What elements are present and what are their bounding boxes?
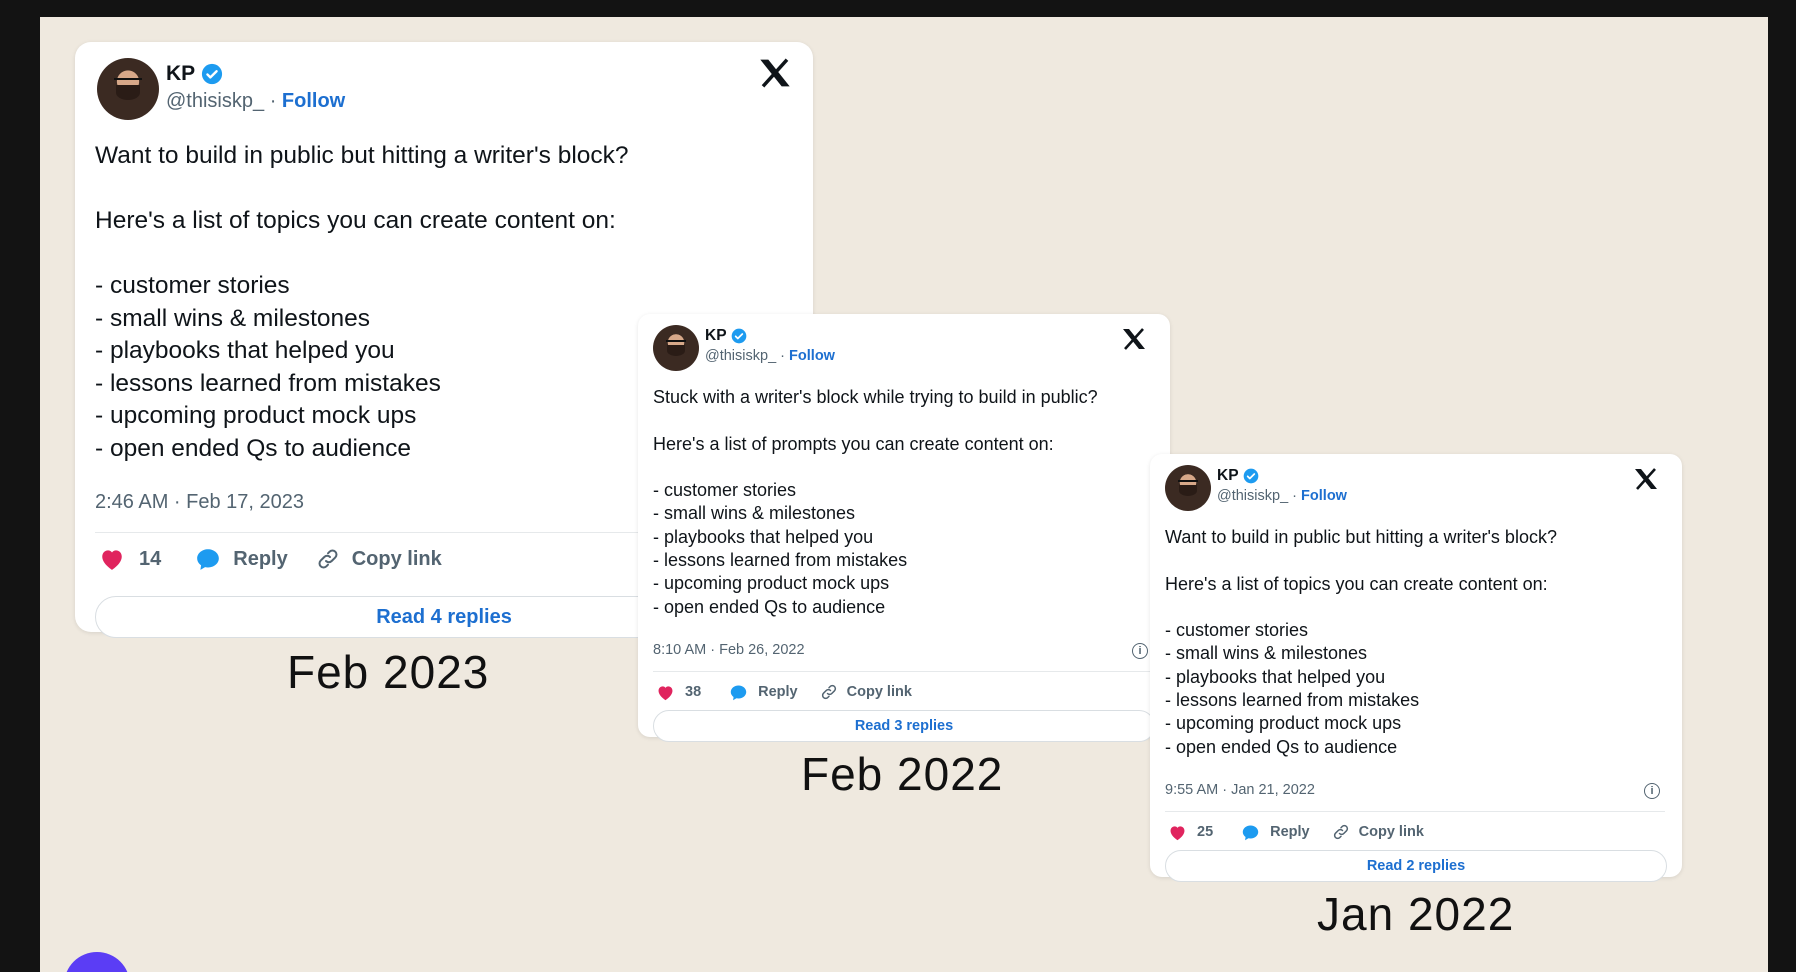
avatar[interactable] — [653, 325, 699, 371]
presentation-slide: KP @thisiskp_ · Follow Want to build in … — [40, 17, 1768, 972]
reply-button[interactable]: Reply — [195, 547, 288, 571]
tweet-actions: 38 Reply Copy link — [656, 683, 912, 701]
tweet-timestamp[interactable]: 8:10 AM · Feb 26, 2022 — [653, 642, 805, 658]
follow-button[interactable]: Follow — [789, 348, 835, 364]
divider — [653, 671, 1153, 672]
copy-link-label: Copy link — [846, 684, 912, 700]
reply-label: Reply — [758, 684, 798, 700]
tweet-text: Want to build in public but hitting a wr… — [1165, 527, 1557, 757]
read-replies-button[interactable]: Read 2 replies — [1165, 850, 1667, 882]
floating-action-button[interactable] — [64, 952, 130, 972]
tweet-timestamp[interactable]: 2:46 AM · Feb 17, 2023 — [95, 491, 304, 514]
author-name[interactable]: KP — [1217, 467, 1259, 485]
verified-badge-icon — [731, 328, 746, 344]
reply-label: Reply — [1270, 824, 1310, 840]
divider — [1165, 811, 1665, 812]
x-logo-icon[interactable] — [759, 58, 791, 88]
caption-feb-2023: Feb 2023 — [287, 646, 490, 698]
x-logo-icon[interactable] — [1634, 468, 1658, 490]
like-button[interactable]: 25 — [1168, 824, 1213, 841]
copy-link-label: Copy link — [351, 547, 442, 570]
caption-jan-2022: Jan 2022 — [1317, 888, 1515, 940]
info-icon[interactable]: i — [1132, 643, 1148, 659]
link-icon — [1333, 824, 1348, 840]
tweet-timestamp[interactable]: 9:55 AM · Jan 21, 2022 — [1165, 782, 1315, 798]
author-name[interactable]: KP — [705, 327, 747, 345]
info-icon[interactable]: i — [1644, 783, 1660, 799]
copy-link-button[interactable]: Copy link — [820, 683, 912, 701]
like-button[interactable]: 14 — [99, 547, 161, 571]
copy-link-label: Copy link — [1358, 824, 1424, 840]
verified-badge-icon — [1243, 468, 1258, 484]
tweet-card-feb-2022[interactable]: KP @thisiskp_ · Follow Stuck with a writ… — [638, 314, 1170, 742]
heart-icon — [658, 685, 673, 700]
tweet-card-jan-2022[interactable]: KP @thisiskp_ · Follow Want to build in … — [1150, 454, 1682, 882]
like-button[interactable]: 38 — [656, 684, 701, 701]
author-handle[interactable]: @thisiskp_ · Follow — [166, 90, 345, 113]
avatar[interactable] — [1165, 465, 1211, 511]
author-handle[interactable]: @thisiskp_ · Follow — [705, 348, 835, 364]
avatar[interactable] — [97, 58, 159, 120]
follow-button[interactable]: Follow — [282, 90, 345, 112]
tweet-text: Stuck with a writer's block while trying… — [653, 387, 1098, 617]
tweet-actions: 25 Reply Copy link — [1168, 823, 1424, 841]
author-handle[interactable]: @thisiskp_ · Follow — [1217, 488, 1347, 504]
reply-bubble-icon — [1242, 825, 1259, 840]
read-replies-button[interactable]: Read 3 replies — [653, 710, 1155, 742]
reply-bubble-icon — [197, 549, 220, 570]
reply-bubble-icon — [730, 685, 747, 700]
link-icon — [821, 684, 836, 700]
copy-link-button[interactable]: Copy link — [316, 547, 442, 571]
like-count: 25 — [1197, 824, 1214, 840]
tweet-actions: 14 Reply Copy link — [99, 547, 442, 571]
heart-icon — [1170, 825, 1185, 840]
like-count: 14 — [139, 547, 162, 570]
heart-icon — [102, 550, 122, 570]
x-logo-icon[interactable] — [1122, 328, 1146, 350]
reply-label: Reply — [233, 547, 288, 570]
verified-badge-icon — [201, 64, 222, 85]
caption-feb-2022: Feb 2022 — [801, 748, 1004, 800]
copy-link-button[interactable]: Copy link — [1332, 823, 1424, 841]
reply-button[interactable]: Reply — [1241, 824, 1310, 841]
follow-button[interactable]: Follow — [1301, 488, 1347, 504]
reply-button[interactable]: Reply — [729, 684, 798, 701]
link-icon — [318, 549, 338, 569]
author-name[interactable]: KP — [166, 62, 223, 86]
like-count: 38 — [685, 684, 702, 700]
